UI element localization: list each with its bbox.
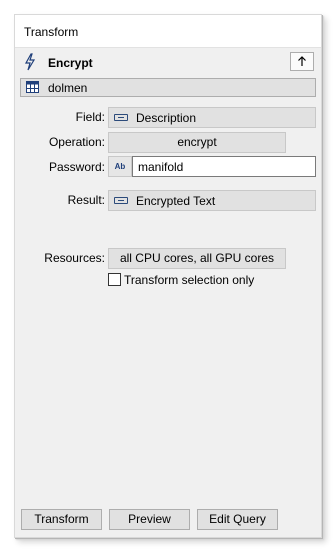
selection-only-label[interactable]: Transform selection only bbox=[124, 273, 254, 287]
transform-button[interactable]: Transform bbox=[21, 509, 102, 530]
result-selector[interactable]: Encrypted Text bbox=[108, 190, 316, 211]
arrow-up-icon bbox=[298, 56, 306, 66]
field-label: Field: bbox=[75, 110, 105, 124]
password-label: Password: bbox=[48, 160, 105, 174]
preview-button[interactable]: Preview bbox=[109, 509, 190, 530]
text-type-icon[interactable]: Ab bbox=[108, 156, 132, 177]
field-icon bbox=[114, 114, 128, 121]
field-icon bbox=[114, 197, 128, 204]
title-bar: Transform bbox=[15, 15, 321, 48]
operation-selector[interactable]: encrypt bbox=[108, 132, 286, 153]
operation-label: Operation: bbox=[48, 135, 105, 149]
transform-name[interactable]: Encrypt bbox=[48, 56, 93, 70]
table-icon bbox=[26, 81, 39, 93]
field-selector[interactable]: Description bbox=[108, 107, 316, 128]
resources-selector[interactable]: all CPU cores, all GPU cores bbox=[108, 248, 286, 269]
resources-value: all CPU cores, all GPU cores bbox=[119, 251, 275, 265]
move-up-button[interactable] bbox=[290, 52, 314, 71]
edit-query-button[interactable]: Edit Query bbox=[197, 509, 278, 530]
field-value: Description bbox=[136, 111, 197, 125]
lightning-bolt-icon bbox=[24, 53, 36, 71]
source-table-selector[interactable]: dolmen bbox=[20, 78, 316, 97]
selection-only-checkbox[interactable] bbox=[108, 273, 121, 286]
pane-title: Transform bbox=[24, 25, 79, 39]
result-label: Result: bbox=[67, 193, 105, 207]
operation-value: encrypt bbox=[177, 135, 217, 149]
transform-header: Encrypt bbox=[15, 49, 321, 75]
password-input[interactable] bbox=[132, 156, 316, 177]
transform-pane: Transform Encrypt dolmen Field: Descript… bbox=[14, 14, 322, 538]
source-name: dolmen bbox=[48, 81, 88, 95]
result-value: Encrypted Text bbox=[136, 194, 216, 208]
resources-label: Resources: bbox=[44, 251, 105, 265]
